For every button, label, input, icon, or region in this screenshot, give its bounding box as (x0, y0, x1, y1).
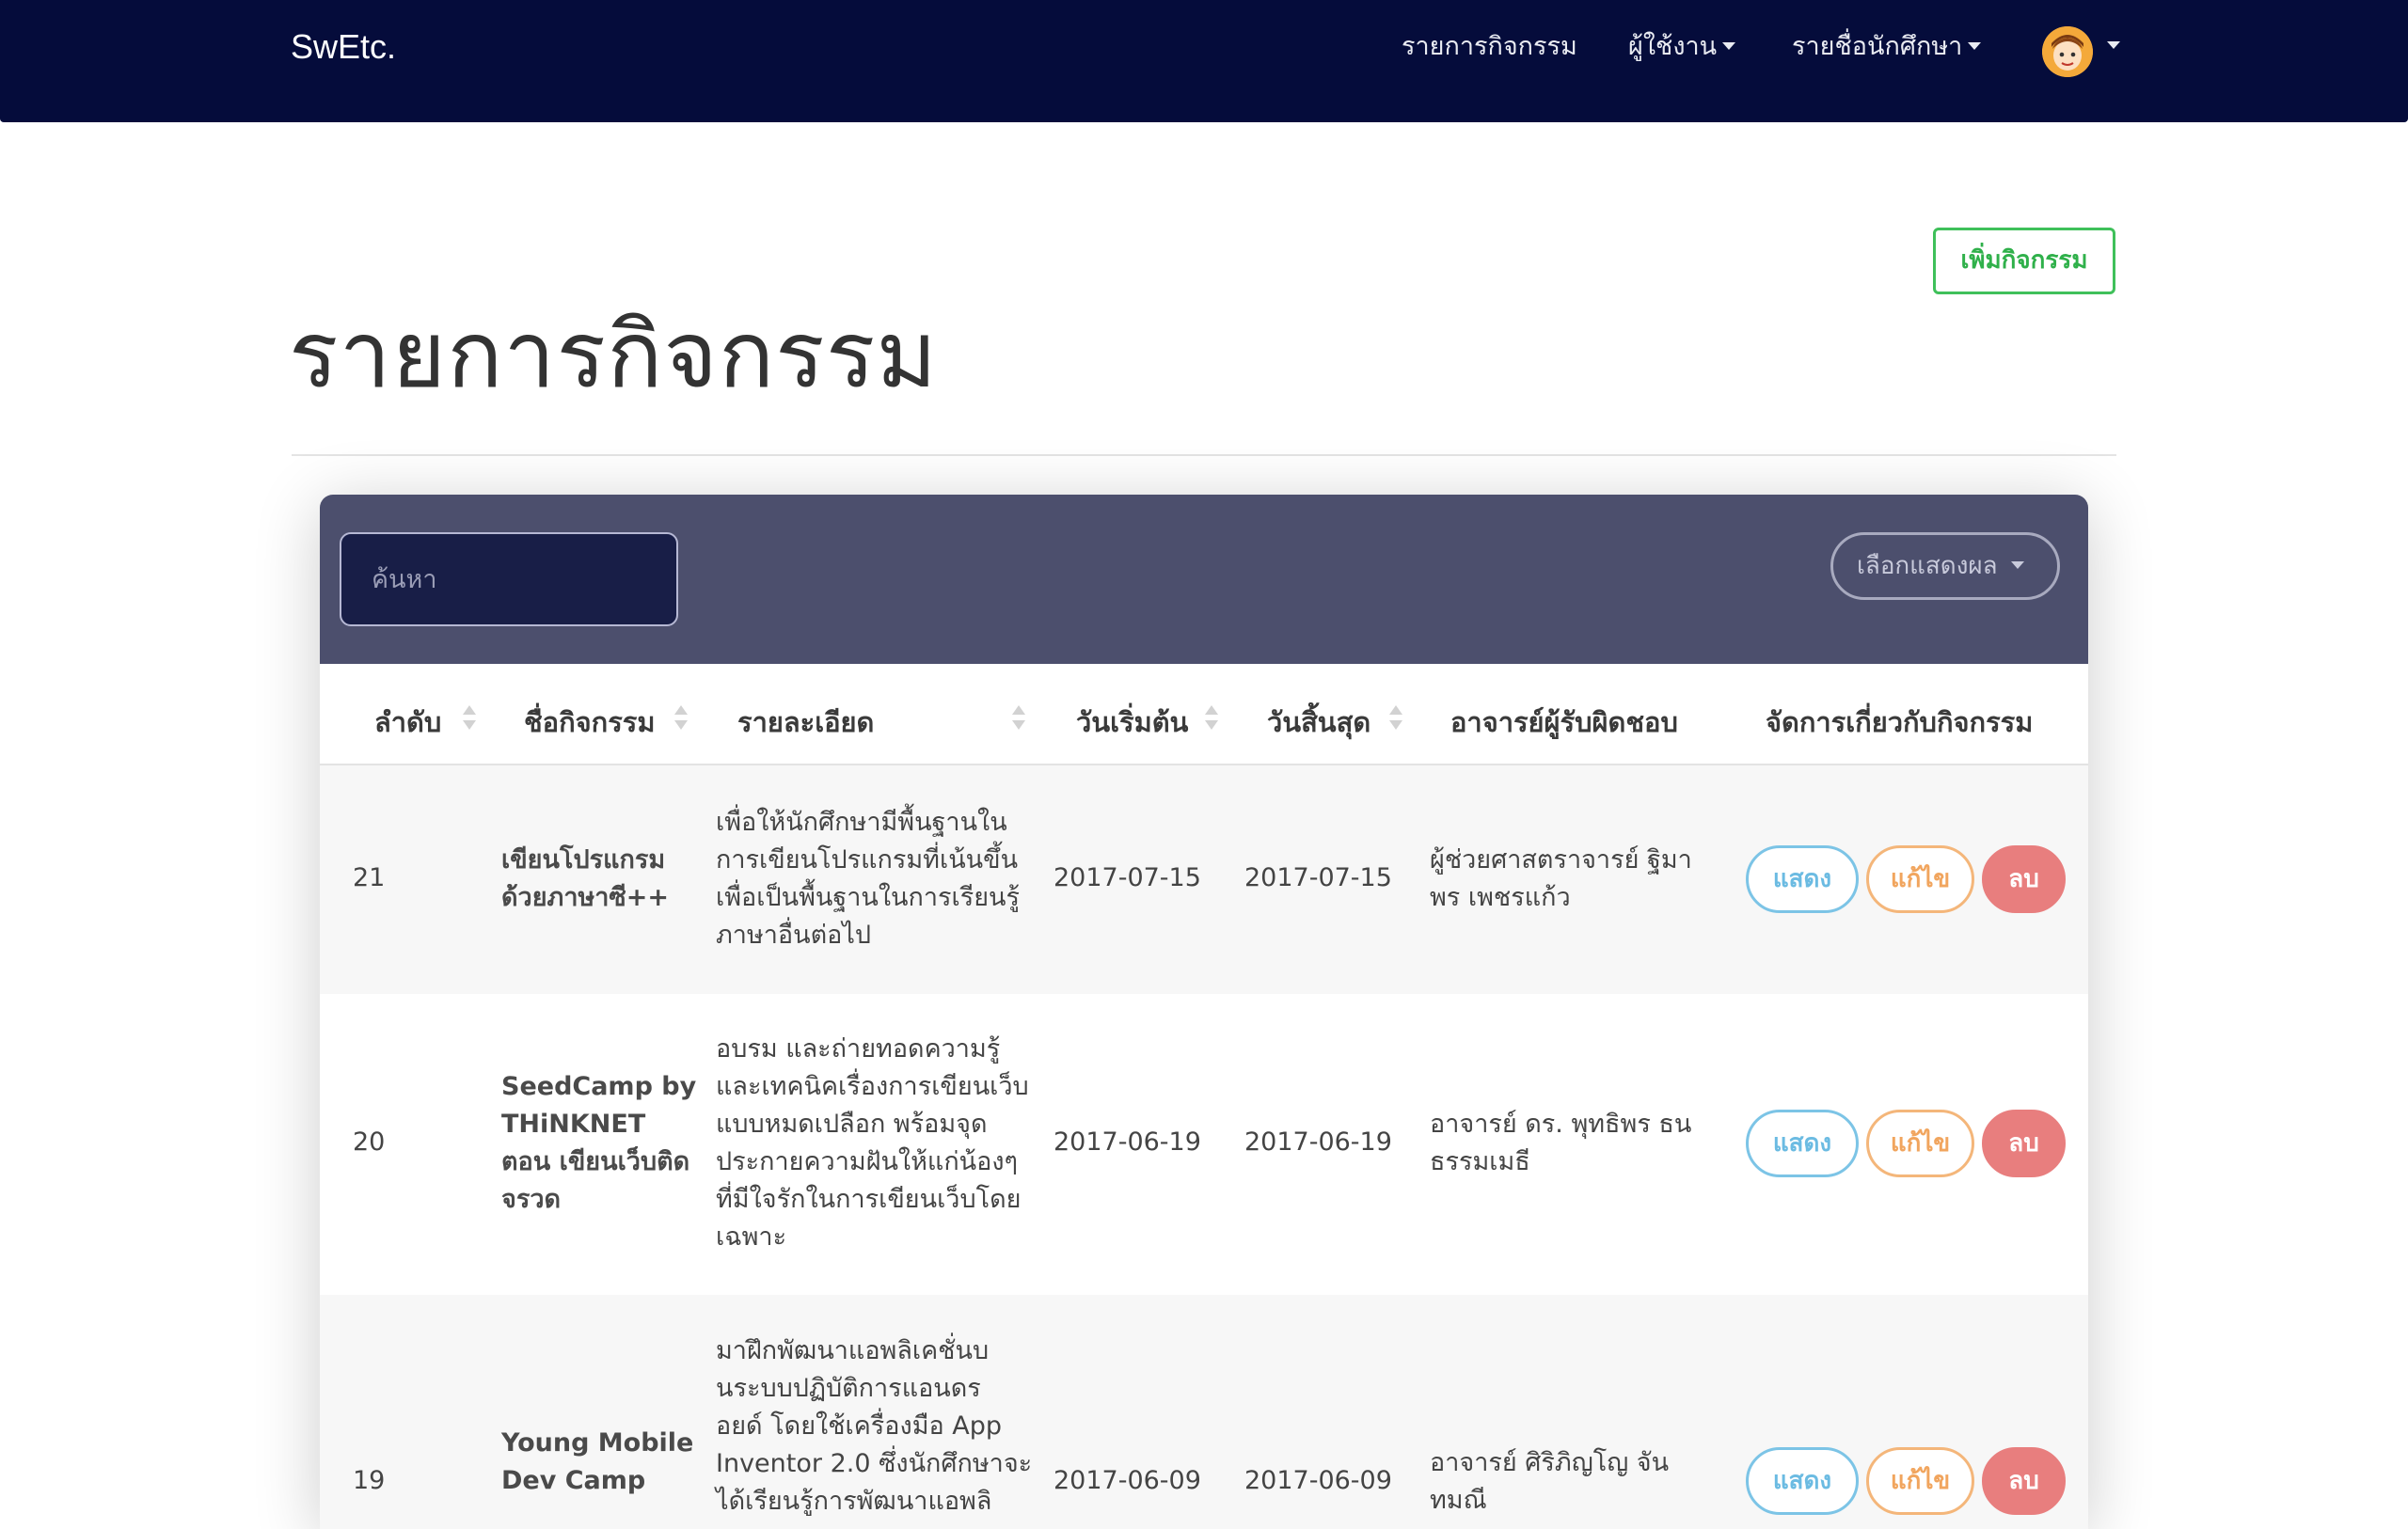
column-header-start[interactable]: วันเริ่มต้น (1076, 701, 1188, 743)
activity-detail: มาฝึกพัฒนาแอพลิเคชั่นบ นระบบปฏิบัติการแอ… (716, 1332, 1032, 1521)
nav-students-label: รายชื่อนักศึกษา (1792, 32, 1963, 61)
activity-name: เขียนโปรแกรม ด้วยภาษาซี++ (501, 842, 669, 917)
end-date: 2017-07-15 (1244, 863, 1392, 892)
column-header-end[interactable]: วันสิ้นสุด (1267, 701, 1370, 743)
end-date: 2017-06-19 (1244, 1127, 1392, 1157)
title-divider (292, 454, 2116, 456)
activity-name-line: จรวด (501, 1185, 562, 1214)
activity-name-line: Young Mobile (501, 1428, 694, 1458)
edit-button[interactable]: แก้ไข (1866, 1110, 1974, 1177)
table-row: 20 SeedCamp by THiNKNET ตอน เขียนเว็บติด… (320, 994, 2088, 1295)
edit-button[interactable]: แก้ไข (1866, 845, 1974, 913)
page-title: รายการกิจกรรม (289, 302, 939, 409)
brand-logo[interactable]: SwEtc. (291, 24, 396, 70)
avatar-dropdown-chevron-icon[interactable] (2107, 41, 2120, 49)
sort-icon[interactable] (1011, 703, 1026, 735)
add-activity-button[interactable]: เพิ่มกิจกรรม (1933, 228, 2115, 294)
show-button[interactable]: แสดง (1746, 1447, 1859, 1515)
nav-users-dropdown[interactable]: ผู้ใช้งาน (1628, 26, 1736, 68)
avatar-face-icon (2042, 26, 2093, 77)
activity-detail-line: ที่มีใจรักในการเขียนเว็บโดย (716, 1185, 1022, 1214)
activity-detail: เพื่อให้นักศึกษามีพื้นฐานใน การเขียนโปรแ… (716, 804, 1020, 954)
delete-button[interactable]: ลบ (1982, 845, 2066, 913)
chevron-down-icon (1722, 41, 1736, 50)
activity-detail-line: Inventor 2.0 ซึ่งนักศึกษาจะ (716, 1449, 1033, 1478)
card-toolbar: เลือกแสดงผล (320, 495, 2088, 664)
end-date: 2017-06-09 (1244, 1466, 1392, 1495)
activity-detail-line: และเทคนิคเรื่องการเขียนเว็บ (716, 1072, 1029, 1101)
display-select-dropdown[interactable]: เลือกแสดงผล (1830, 532, 2060, 600)
column-header-detail[interactable]: รายละเอียด (737, 701, 874, 743)
sort-icon[interactable] (462, 703, 477, 735)
top-navbar: SwEtc. รายการกิจกรรม ผู้ใช้งาน รายชื่อนั… (0, 0, 2408, 122)
show-button[interactable]: แสดง (1746, 1110, 1859, 1177)
activity-name: SeedCamp by THiNKNET ตอน เขียนเว็บติด จร… (501, 1068, 696, 1219)
table-row: 21 เขียนโปรแกรม ด้วยภาษาซี++ เพื่อให้นัก… (320, 765, 2088, 994)
table-row: 19 Young Mobile Dev Camp มาฝึกพัฒนาแอพลิ… (320, 1295, 2088, 1529)
column-header-order[interactable]: ลำดับ (374, 701, 441, 743)
start-date: 2017-06-19 (1054, 1127, 1201, 1157)
activity-detail-line: มาฝึกพัฒนาแอพลิเคชั่นบ (716, 1336, 990, 1365)
start-date: 2017-07-15 (1054, 863, 1201, 892)
activity-name-line: Dev Camp (501, 1466, 646, 1495)
sort-icon[interactable] (673, 703, 689, 735)
teacher-name: ผู้ช่วยศาสตราจารย์ ฐิมา พร เพชรแก้ว (1430, 842, 1692, 917)
activity-detail-line: เพื่อเป็นพื้นฐานในการเรียนรู้ (716, 883, 1020, 912)
activity-detail-line: แบบหมดเปลือก พร้อมจุด (716, 1110, 988, 1139)
activity-name: Young Mobile Dev Camp (501, 1425, 693, 1500)
teacher-name-line: อาจารย์ ดร. พุทธิพร ธน (1430, 1110, 1692, 1139)
teacher-name-line: อาจารย์ ศิริภิญโญ จัน (1430, 1448, 1670, 1477)
activity-name-line: เขียนโปรแกรม (501, 845, 666, 875)
activity-detail-line: เพื่อให้นักศึกษามีพื้นฐานใน (716, 808, 1007, 837)
search-input[interactable] (340, 532, 678, 626)
column-header-teacher[interactable]: อาจารย์ผู้รับผิดชอบ (1450, 701, 1678, 743)
nav-activities[interactable]: รายการกิจกรรม (1402, 26, 1577, 68)
activity-detail-line: นระบบปฏิบัติการแอนดร (716, 1374, 981, 1403)
activity-detail-line: ได้เรียนรู้การพัฒนาแอพลิ (716, 1487, 992, 1516)
column-header-actions: จัดการเกี่ยวกับกิจกรรม (1766, 706, 2034, 738)
teacher-name-line: ธรรมเมธี (1430, 1147, 1530, 1176)
edit-button[interactable]: แก้ไข (1866, 1447, 1974, 1515)
activity-detail: อบรม และถ่ายทอดความรู้ และเทคนิคเรื่องกา… (716, 1031, 1029, 1256)
nav-students-dropdown[interactable]: รายชื่อนักศึกษา (1792, 26, 1982, 68)
activity-detail-line: ภาษาอื่นต่อไป (716, 921, 872, 950)
teacher-name: อาจารย์ ศิริภิญโญ จัน ทมณี (1430, 1444, 1669, 1520)
display-select-label: เลือกแสดงผล (1857, 552, 1998, 580)
chevron-down-icon (1968, 41, 1982, 50)
sort-icon[interactable] (1388, 703, 1403, 735)
teacher-name-line: ทมณี (1430, 1486, 1487, 1515)
row-id: 20 (353, 1127, 386, 1157)
sort-icon[interactable] (1204, 703, 1219, 735)
row-id: 21 (353, 863, 386, 892)
activity-detail-line: เฉพาะ (716, 1222, 787, 1252)
column-header-name[interactable]: ชื่อกิจกรรม (524, 701, 655, 743)
activity-name-line: THiNKNET (501, 1110, 646, 1139)
start-date: 2017-06-09 (1054, 1466, 1201, 1495)
delete-button[interactable]: ลบ (1982, 1447, 2066, 1515)
activity-detail-line: ประกายความฝันให้แก่น้องๆ (716, 1147, 1019, 1176)
table-header: ลำดับ ชื่อกิจกรรม รายละเอียด วันเริ่มต้น… (320, 664, 2088, 765)
activity-name-line: SeedCamp by (501, 1072, 697, 1101)
activity-name-line: ด้วยภาษาซี++ (501, 883, 670, 912)
activity-detail-line: อบรม และถ่ายทอดความรู้ (716, 1034, 1001, 1064)
row-id: 19 (353, 1466, 386, 1495)
nav-users-label: ผู้ใช้งาน (1628, 32, 1718, 61)
activities-card: เลือกแสดงผล ลำดับ ชื่อกิจกรรม รายละเอียด… (320, 495, 2088, 1529)
teacher-name-line: ผู้ช่วยศาสตราจารย์ ฐิมา (1430, 845, 1692, 875)
activity-detail-line: การเขียนโปรแกรมที่เน้นขึ้น (716, 845, 1019, 875)
show-button[interactable]: แสดง (1746, 845, 1859, 913)
teacher-name: อาจารย์ ดร. พุทธิพร ธน ธรรมเมธี (1430, 1106, 1691, 1181)
nav-activities-label: รายการกิจกรรม (1402, 32, 1577, 61)
teacher-name-line: พร เพชรแก้ว (1430, 883, 1571, 912)
activity-name-line: ตอน เขียนเว็บติด (501, 1147, 690, 1176)
chevron-down-icon (2010, 560, 2024, 569)
user-avatar[interactable] (2042, 26, 2093, 77)
delete-button[interactable]: ลบ (1982, 1110, 2066, 1177)
activity-detail-line: อยด์ โดยใช้เครื่องมือ App (716, 1411, 1003, 1441)
